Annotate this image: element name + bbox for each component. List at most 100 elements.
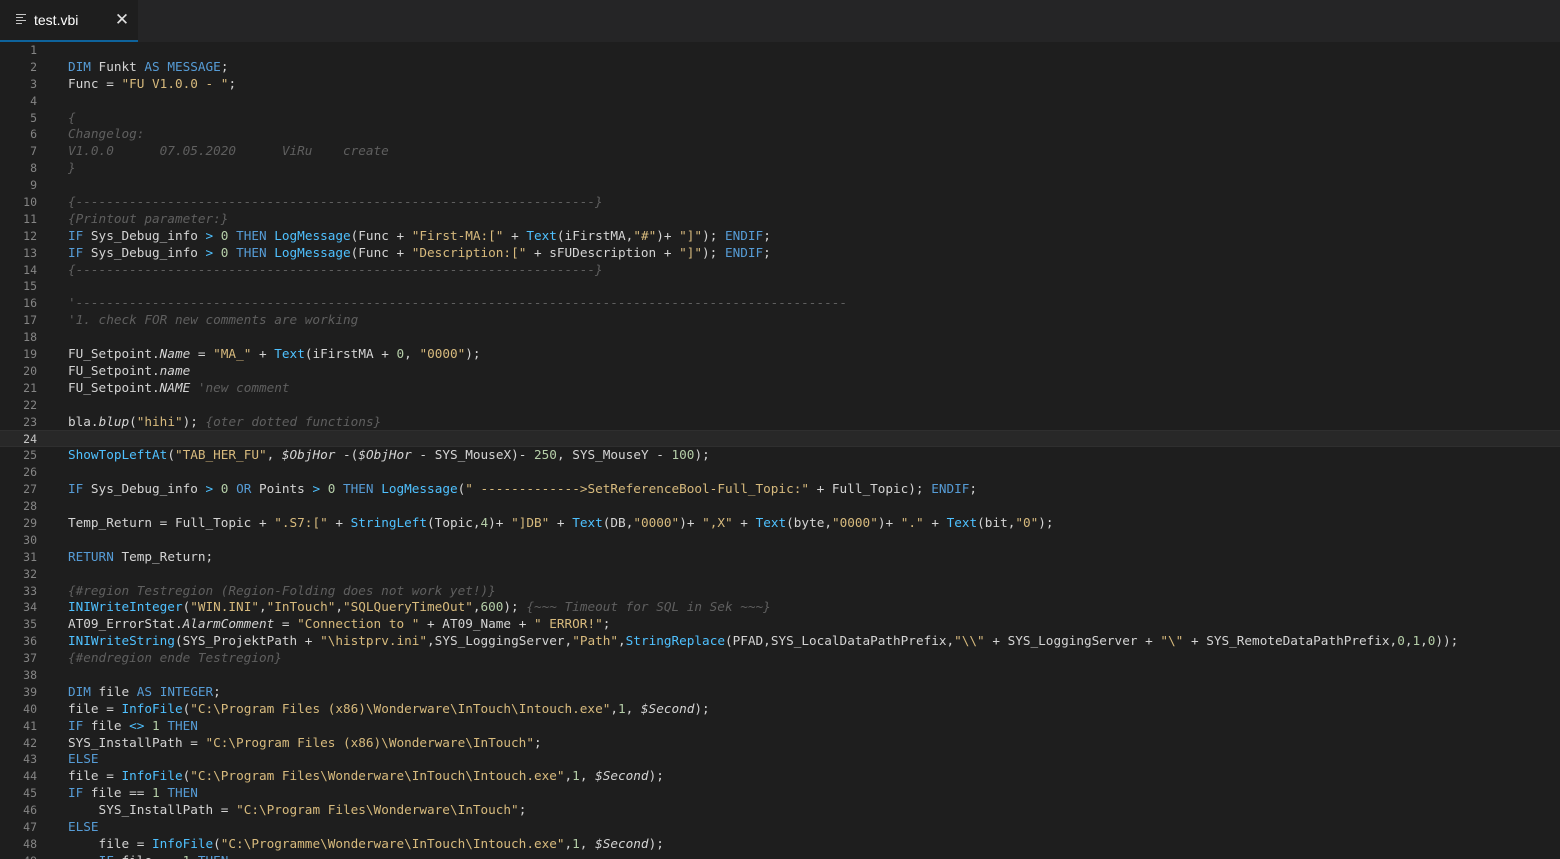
code-line[interactable]: 41 IF file <> 1 THEN — [0, 718, 1560, 735]
code-line[interactable]: 47 ELSE — [0, 819, 1560, 836]
code-line[interactable]: 23 bla.blup("hihi"); {oter dotted functio… — [0, 414, 1560, 431]
code-token: Text — [572, 514, 603, 530]
code-token: ENDIF — [931, 481, 970, 497]
code-token: file = — [68, 835, 153, 851]
code-token: )+ — [679, 514, 703, 530]
code-line[interactable]: 3 Func = "FU V1.0.0 - "; — [0, 76, 1560, 93]
code-token: Funkt — [90, 58, 145, 74]
code-line[interactable]: 2 DIM Funkt AS MESSAGE; — [0, 59, 1560, 76]
code-token: "0000" — [633, 514, 680, 530]
code-token: {#region Testregion (Region-Folding does… — [68, 582, 496, 598]
code-token: <> — [129, 717, 145, 733]
code-token: name — [159, 362, 191, 378]
code-line[interactable]: 21 FU_Setpoint.NAME 'new comment — [0, 380, 1560, 397]
code-token: "C:\Program Files (x86)\Wonderware\InTou… — [190, 700, 611, 716]
code-line[interactable]: 27 IF Sys_Debug_info > 0 OR Points > 0 TH… — [0, 481, 1560, 498]
line-code: {---------------------------------------… — [68, 262, 603, 279]
code-token: THEN — [167, 717, 198, 733]
line-code: {#endregion ende Testregion} — [68, 650, 282, 667]
code-line[interactable]: 45 IF file == 1 THEN — [0, 785, 1560, 802]
code-line[interactable]: 28 — [0, 498, 1560, 515]
line-code: SYS_InstallPath = "C:\Program Files (x86… — [68, 735, 542, 752]
code-line[interactable]: 34 INIWriteInteger("WIN.INI","InTouch","S… — [0, 599, 1560, 616]
code-token: LogMessage — [381, 481, 458, 497]
code-token: ; — [763, 227, 771, 243]
code-token: - SYS_MouseX)- — [411, 447, 535, 463]
line-number: 17 — [23, 313, 37, 328]
code-line[interactable]: 30 — [0, 532, 1560, 549]
code-line[interactable]: 35 AT09_ErrorStat.AlarmComment = "Connect… — [0, 616, 1560, 633]
code-line[interactable]: 31 RETURN Temp_Return; — [0, 549, 1560, 566]
code-line[interactable]: 38 — [0, 667, 1560, 684]
line-number: 3 — [30, 76, 37, 91]
file-lines-icon — [16, 14, 26, 25]
code-token: 0 — [1397, 633, 1405, 649]
code-token: THEN — [167, 785, 198, 801]
code-line[interactable]: 9 — [0, 177, 1560, 194]
code-line[interactable]: 10 {-------------------------------------… — [0, 194, 1560, 211]
code-line[interactable]: 4 — [0, 93, 1560, 110]
code-line[interactable]: 5{ — [0, 110, 1560, 127]
code-line[interactable]: 18 — [0, 329, 1560, 346]
code-token: IF — [99, 853, 114, 859]
current-line[interactable]: 24 — [0, 430, 1560, 448]
code-line[interactable]: 44 file = InfoFile("C:\Program Files\Wond… — [0, 768, 1560, 785]
code-line[interactable]: 42 SYS_InstallPath = "C:\Program Files (x… — [0, 735, 1560, 752]
code-editor[interactable]: 1 2 DIM Funkt AS MESSAGE; 3 Func = "FU V1.0.… — [0, 42, 1560, 859]
code-token: ); — [1038, 514, 1054, 530]
line-code: IF Sys_Debug_info > 0 OR Points > 0 THEN… — [68, 481, 977, 498]
code-token: 0 — [396, 346, 405, 362]
tab-label: test.vbi — [34, 12, 79, 28]
code-line[interactable]: 12 IF Sys_Debug_info > 0 THEN LogMessage(… — [0, 228, 1560, 245]
code-line[interactable]: 46 SYS_InstallPath = "C:\Program Files\W… — [0, 802, 1560, 819]
code-line[interactable]: 48 file = InfoFile("C:\Programme\Wonderw… — [0, 836, 1560, 853]
line-code: AT09_ErrorStat.AlarmComment = "Connectio… — [68, 616, 610, 633]
code-line[interactable]: 36 INIWriteString(SYS_ProjektPath + "\his… — [0, 633, 1560, 650]
code-line[interactable]: 32 — [0, 566, 1560, 583]
code-line[interactable]: 8} — [0, 160, 1560, 177]
code-line[interactable]: 26 — [0, 464, 1560, 481]
code-token: "FU V1.0.0 - " — [121, 75, 229, 91]
code-line[interactable]: 40 file = InfoFile("C:\Program Files (x86… — [0, 701, 1560, 718]
code-line[interactable]: 11 {Printout parameter:} — [0, 211, 1560, 228]
code-line[interactable]: 17 '1. check FOR new comments are working — [0, 312, 1560, 329]
code-line[interactable]: 13 IF Sys_Debug_info > 0 THEN LogMessage(… — [0, 245, 1560, 262]
line-number: 46 — [23, 803, 37, 818]
code-line[interactable]: 20 FU_Setpoint.name — [0, 363, 1560, 380]
code-token: IF — [68, 717, 84, 733]
code-line[interactable]: 19 FU_Setpoint.Name = "MA_" + Text(iFirst… — [0, 346, 1560, 363]
code-line[interactable]: 1 — [0, 42, 1560, 59]
code-line[interactable]: 39 DIM file AS INTEGER; — [0, 684, 1560, 701]
code-line[interactable]: 49 IF file == 1 THEN — [0, 853, 1560, 859]
code-token: "C:\Program Files (x86)\Wonderware\InTou… — [205, 734, 534, 750]
code-line[interactable]: 29 Temp_Return = Full_Topic + ".S7:[" + S… — [0, 515, 1560, 532]
code-line[interactable]: 7 V1.0.0 07.05.2020 ViRu create — [0, 143, 1560, 160]
tab-test-vbi[interactable]: test.vbi ✕ — [0, 0, 138, 42]
code-line[interactable]: 6 Changelog: — [0, 126, 1560, 143]
code-line[interactable]: 37 {#endregion ende Testregion} — [0, 650, 1560, 667]
line-number: 36 — [23, 634, 37, 649]
close-icon[interactable]: ✕ — [112, 10, 132, 30]
code-token: ; — [602, 616, 611, 632]
code-token: (Func + — [350, 227, 412, 243]
line-code: ShowTopLeftAt("TAB_HER_FU", $ObjHor -($O… — [68, 447, 710, 464]
code-token: (Func + — [350, 244, 412, 260]
code-token: + SYS_RemoteDataPathPrefix, — [1183, 633, 1398, 649]
code-token: "]" — [679, 227, 703, 243]
code-token: , — [404, 346, 420, 362]
line-code: } — [68, 160, 76, 177]
code-line[interactable]: 33 {#region Testregion (Region-Folding do… — [0, 583, 1560, 600]
code-line[interactable]: 22 — [0, 397, 1560, 414]
code-line[interactable]: 15 — [0, 278, 1560, 295]
code-token: 600 — [480, 599, 504, 615]
code-token: "MA_" — [213, 346, 252, 362]
code-token: ENDIF — [725, 227, 764, 243]
code-token: (iFirstMA, — [556, 227, 634, 243]
code-line[interactable]: 43 ELSE — [0, 751, 1560, 768]
code-line[interactable]: 16 '-------------------------------------… — [0, 295, 1560, 312]
code-line[interactable]: 25 ShowTopLeftAt("TAB_HER_FU", $ObjHor -(… — [0, 447, 1560, 464]
code-token: '1. check FOR new comments are working — [68, 312, 359, 328]
code-token: "SQLQueryTimeOut" — [343, 599, 473, 615]
code-line[interactable]: 14 {-------------------------------------… — [0, 262, 1560, 279]
